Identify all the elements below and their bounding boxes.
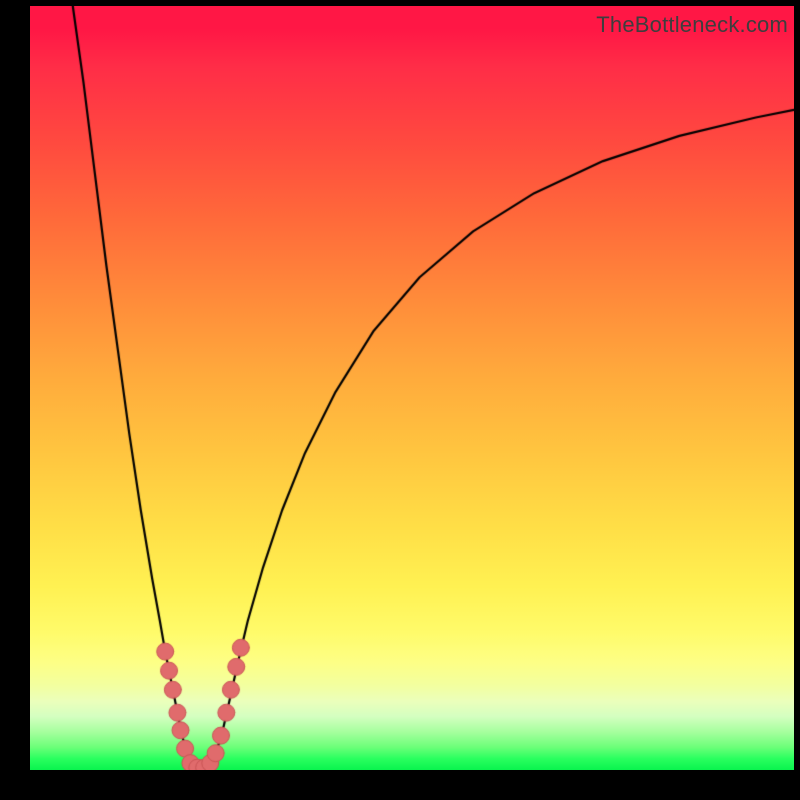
plot-area: TheBottleneck.com [30,6,794,770]
curve-canvas [30,6,794,770]
chart-frame: TheBottleneck.com [0,0,800,800]
